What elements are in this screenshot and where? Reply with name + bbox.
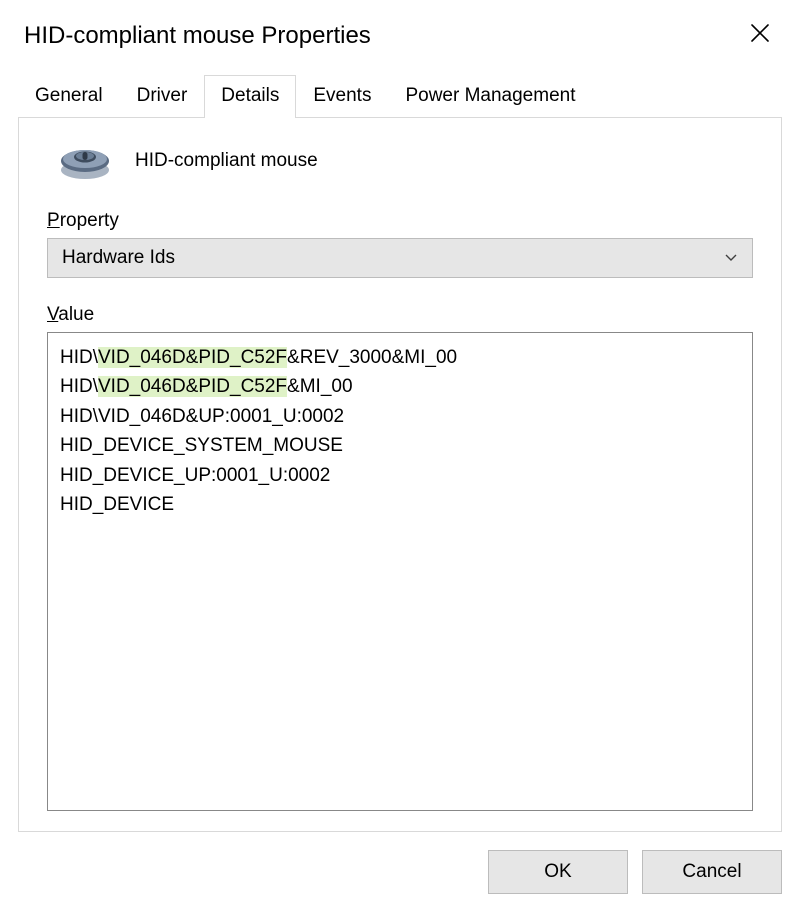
tab-power-management[interactable]: Power Management bbox=[388, 75, 592, 117]
value-item[interactable]: HID\VID_046D&PID_C52F&REV_3000&MI_00 bbox=[50, 343, 750, 372]
tab-driver[interactable]: Driver bbox=[120, 75, 205, 117]
tab-general[interactable]: General bbox=[18, 75, 120, 117]
value-item[interactable]: HID\VID_046D&UP:0001_U:0002 bbox=[50, 402, 750, 431]
dialog-button-row: OK Cancel bbox=[0, 850, 800, 910]
window-close-button[interactable] bbox=[742, 18, 778, 54]
value-label: Value bbox=[47, 304, 753, 326]
value-listbox[interactable]: HID\VID_046D&PID_C52F&REV_3000&MI_00HID\… bbox=[47, 332, 753, 811]
details-panel: HID-compliant mouse Property Hardware Id… bbox=[18, 118, 782, 832]
property-label: Property bbox=[47, 210, 753, 232]
close-icon bbox=[750, 23, 770, 49]
value-item[interactable]: HID_DEVICE_SYSTEM_MOUSE bbox=[50, 431, 750, 460]
device-header: HID-compliant mouse bbox=[47, 142, 753, 180]
device-name: HID-compliant mouse bbox=[135, 150, 318, 172]
cancel-button[interactable]: Cancel bbox=[642, 850, 782, 894]
property-dropdown[interactable]: Hardware Ids bbox=[47, 238, 753, 278]
tab-details[interactable]: Details bbox=[204, 75, 296, 118]
titlebar: HID-compliant mouse Properties bbox=[0, 0, 800, 74]
chevron-down-icon bbox=[724, 251, 738, 265]
ok-button[interactable]: OK bbox=[488, 850, 628, 894]
mouse-icon bbox=[57, 142, 113, 180]
tab-strip: General Driver Details Events Power Mana… bbox=[0, 74, 800, 118]
value-item[interactable]: HID_DEVICE_UP:0001_U:0002 bbox=[50, 461, 750, 490]
dialog-title: HID-compliant mouse Properties bbox=[24, 22, 742, 50]
tab-events[interactable]: Events bbox=[296, 75, 388, 117]
value-item[interactable]: HID_DEVICE bbox=[50, 490, 750, 519]
property-dropdown-value: Hardware Ids bbox=[62, 247, 724, 269]
properties-dialog: HID-compliant mouse Properties General D… bbox=[0, 0, 800, 910]
value-item[interactable]: HID\VID_046D&PID_C52F&MI_00 bbox=[50, 372, 750, 401]
